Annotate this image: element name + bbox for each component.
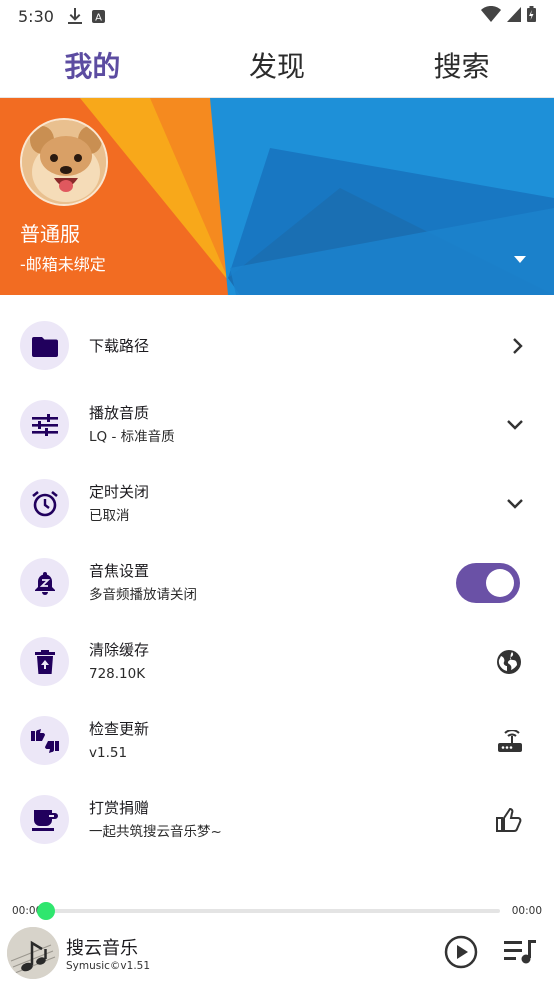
audio-focus-row[interactable]: 音焦设置 多音频播放请关闭 (0, 543, 554, 622)
avatar[interactable] (20, 118, 108, 206)
chevron-down-icon[interactable] (506, 498, 524, 510)
setting-subtitle: 已取消 (89, 507, 130, 524)
settings-list: 下载路径 播放音质 LQ - 标准音质 定时关闭 已取消 音焦设置 多音频播放请… (0, 306, 554, 859)
coffee-icon (20, 795, 69, 844)
status-bar: 5:30 A (0, 0, 554, 32)
setting-title: 下载路径 (89, 336, 150, 355)
setting-title: 检查更新 (89, 719, 150, 738)
player-subtitle: Symusic©v1.51 (66, 960, 151, 972)
profile-banner[interactable]: 普通服 -邮箱未绑定 (0, 98, 554, 295)
check-update-row[interactable]: 检查更新 v1.51 (0, 701, 554, 780)
progress-track[interactable] (37, 902, 500, 920)
setting-title: 音焦设置 (89, 561, 150, 580)
chevron-down-icon[interactable] (506, 419, 524, 431)
setting-subtitle: 多音频播放请关闭 (89, 586, 197, 603)
cell-signal-icon (507, 6, 521, 26)
setting-subtitle: LQ - 标准音质 (89, 428, 175, 445)
progress-thumb[interactable] (37, 902, 56, 920)
play-quality-row[interactable]: 播放音质 LQ - 标准音质 (0, 385, 554, 464)
audio-focus-toggle[interactable] (456, 562, 520, 603)
alarm-icon (20, 479, 69, 528)
total-time: 00:00 (511, 905, 542, 917)
folder-icon (20, 321, 69, 370)
expand-arrow-icon[interactable] (514, 256, 526, 263)
tune-icon (20, 400, 69, 449)
setting-title: 播放音质 (89, 403, 150, 422)
setting-subtitle: v1.51 (89, 744, 128, 761)
tab-mine[interactable]: 我的 (32, 45, 152, 85)
router-icon[interactable] (498, 729, 522, 752)
top-tabs: 我的 发现 搜索 (0, 32, 554, 98)
tab-search[interactable]: 搜索 (402, 45, 522, 85)
toggle-knob (486, 568, 514, 597)
music-note-cover-icon (7, 927, 59, 979)
download-path-row[interactable]: 下载路径 (0, 306, 554, 385)
delete-icon (20, 637, 69, 686)
email-status: -邮箱未绑定 (20, 255, 106, 274)
keyboard-status-icon: A (91, 9, 105, 23)
setting-title: 打赏捐赠 (89, 798, 150, 817)
svg-text:A: A (95, 12, 102, 23)
setting-subtitle: 一起共筑搜云音乐梦~ (89, 823, 222, 840)
setting-title: 定时关闭 (89, 482, 150, 501)
download-status-icon (67, 8, 82, 24)
setting-title: 清除缓存 (89, 640, 150, 659)
setting-subtitle: 728.10K (89, 665, 146, 682)
sleep-timer-row[interactable]: 定时关闭 已取消 (0, 464, 554, 543)
thumb-up-icon[interactable] (496, 807, 522, 832)
tab-discover[interactable]: 发现 (217, 45, 337, 85)
donate-row[interactable]: 打赏捐赠 一起共筑搜云音乐梦~ (0, 780, 554, 859)
status-time: 5:30 (18, 6, 54, 26)
clear-cache-row[interactable]: 清除缓存 728.10K (0, 622, 554, 701)
snooze-bell-icon (20, 558, 69, 607)
play-icon[interactable] (444, 935, 478, 973)
player-title: 搜云音乐 (66, 938, 138, 959)
album-cover[interactable] (7, 927, 59, 979)
thumbs-up-down-icon (20, 716, 69, 765)
username: 普通服 (20, 222, 80, 246)
toggle-switch[interactable] (456, 562, 520, 603)
dog-avatar-icon (22, 120, 106, 204)
mini-player: 搜云音乐 Symusic©v1.51 (0, 924, 554, 984)
wifi-icon (481, 6, 501, 26)
playback-progress: 00:00 00:00 (0, 898, 554, 924)
playlist-icon[interactable] (504, 938, 538, 970)
globe-icon[interactable] (496, 649, 522, 675)
chevron-right-icon[interactable] (512, 337, 524, 355)
battery-icon (527, 6, 536, 26)
